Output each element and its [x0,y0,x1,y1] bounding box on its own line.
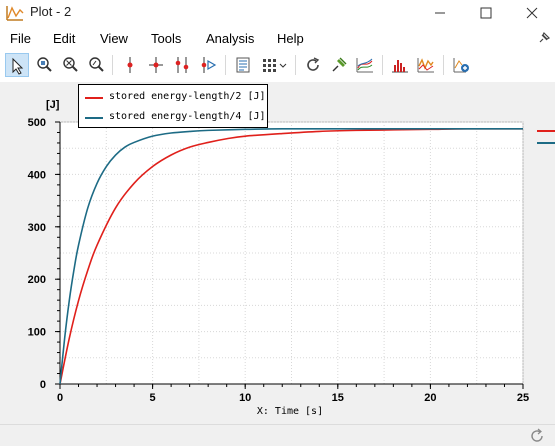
maximize-icon [480,7,492,19]
status-bar [0,424,555,446]
x-tick-label: 20 [424,392,436,404]
x-tick-label: 0 [57,392,63,404]
reset-button[interactable] [301,53,325,77]
menu-file[interactable]: File [10,31,31,46]
menu-bar: File Edit View Tools Analysis Help [0,28,555,50]
x-tick-label: 25 [517,392,529,404]
marker-play-icon [201,57,217,73]
marker-icon [127,57,133,73]
y-tick-label: 300 [28,222,46,234]
select-arrow-icon [12,57,24,75]
toolbar-separator [225,55,226,75]
zoom-out-button[interactable] [84,53,108,77]
curves-button[interactable] [353,53,377,77]
pin-icon [332,57,347,72]
double-marker-icon [175,57,189,73]
histogram-icon [392,60,408,73]
cross-marker-button[interactable] [144,53,168,77]
add-plot-button[interactable] [449,53,473,77]
toolbar-separator [295,55,296,75]
zoom-region-icon [37,57,52,72]
menu-view[interactable]: View [100,31,128,46]
plot-app-icon [6,6,24,21]
minimize-button[interactable] [417,0,463,26]
data-table-button[interactable] [231,53,255,77]
chart-legend: stored energy-length/2 [J] stored energy… [78,84,268,128]
zoom-in-icon [63,57,78,72]
legend-swatch [85,117,103,119]
window-title: Plot - 2 [30,4,72,19]
toolbar-separator [443,55,444,75]
pin-window-icon[interactable] [537,31,551,45]
curves-icon [356,58,373,73]
grid-layout-dropdown[interactable] [258,53,290,77]
histogram-button[interactable] [388,53,412,77]
select-tool-button[interactable] [5,53,29,77]
marker-button[interactable] [118,53,142,77]
menu-edit[interactable]: Edit [53,31,75,46]
menu-analysis[interactable]: Analysis [206,31,254,46]
y-tick-label: 0 [40,379,46,391]
zoom-in-button[interactable] [58,53,82,77]
y-tick-label: 100 [28,327,46,339]
legend-label: stored energy-length/2 [J] [109,91,266,102]
add-plot-icon [453,58,469,73]
legend-label: stored energy-length/4 [J] [109,111,266,122]
pin-curve-button[interactable] [327,53,351,77]
close-icon [526,7,538,19]
maximize-button[interactable] [463,0,509,26]
reset-icon [307,57,320,71]
zoom-out-icon [89,57,104,72]
x-tick-label: 10 [239,392,251,404]
spectrum-icon [417,58,434,73]
toolbar-separator [112,55,113,75]
toolbar [0,51,555,79]
y-tick-label: 500 [28,117,46,129]
minimize-icon [435,12,445,14]
plot-area[interactable]: 0 5 10 15 20 25 0 100 200 300 400 500 [J] X: Time [s]… [0,82,555,424]
y-tick-label: 200 [28,274,46,286]
menu-tools[interactable]: Tools [151,31,181,46]
x-axis-label: X: Time [s] [257,406,323,417]
x-tick-label: 15 [332,392,344,404]
refresh-status-icon[interactable] [529,428,545,444]
menu-help[interactable]: Help [277,31,304,46]
y-tick-label: 400 [28,169,46,181]
y-axis-label: [J] [46,99,60,111]
cross-marker-icon [149,57,163,73]
zoom-region-button[interactable] [32,53,56,77]
grid-layout-icon [263,59,287,72]
double-marker-button[interactable] [170,53,194,77]
x-tick-label: 5 [150,392,156,404]
close-button[interactable] [509,0,555,26]
legend-swatch [85,97,103,99]
title-bar: Plot - 2 [0,0,555,26]
data-table-icon [236,57,250,73]
marker-play-button[interactable] [196,53,220,77]
toolbar-separator [382,55,383,75]
spectrum-button[interactable] [414,53,438,77]
line-chart[interactable]: 0 5 10 15 20 25 0 100 200 300 400 500[J] X: Time [s] [0,82,555,424]
